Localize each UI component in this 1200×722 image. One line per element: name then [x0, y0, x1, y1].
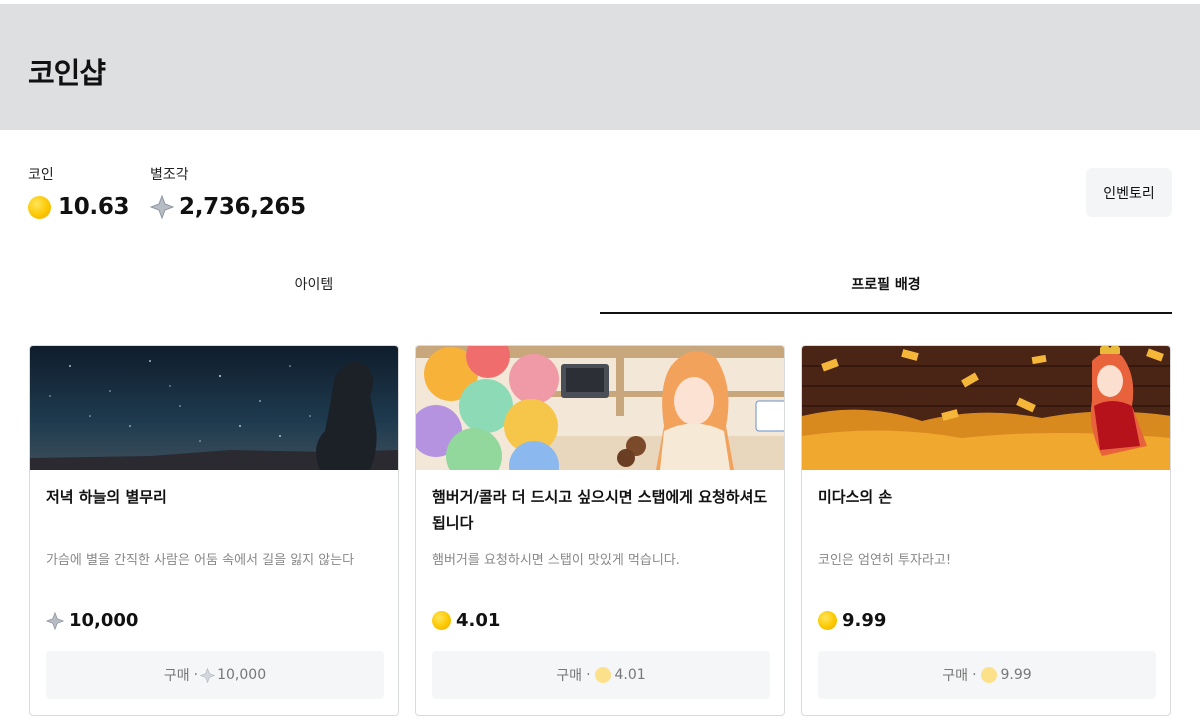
coin-balance: 코인 10.63	[28, 164, 130, 220]
star-shard-icon	[200, 667, 216, 683]
item-price-value: 4.01	[456, 610, 501, 631]
tab-profile-background[interactable]: 프로필 배경	[600, 260, 1172, 314]
coin-icon	[818, 611, 837, 630]
buy-price: 10,000	[217, 667, 267, 683]
page-header: 코인샵	[0, 4, 1200, 130]
buy-label: 구매	[163, 668, 190, 684]
coin-balance-label: 코인	[28, 167, 54, 183]
coin-icon	[432, 611, 451, 630]
buy-button[interactable]: 구매 · 4.01	[432, 651, 770, 699]
item-title: 미다스의 손	[818, 488, 893, 506]
item-card[interactable]: 햄버거/콜라 더 드시고 싶으시면 스탭에게 요청하셔도 됩니다 햄버거를 요청…	[415, 345, 785, 716]
coin-icon	[594, 667, 611, 683]
buy-label: 구매	[556, 668, 583, 684]
buy-button[interactable]: 구매 · 9.99	[818, 651, 1156, 699]
tab-items[interactable]: 아이템	[28, 260, 600, 314]
inventory-button[interactable]: 인벤토리	[1086, 168, 1172, 217]
item-title: 저녁 하늘의 별무리	[46, 488, 167, 506]
item-image	[30, 346, 398, 470]
item-price: 10,000	[46, 610, 138, 631]
item-title: 햄버거/콜라 더 드시고 싶으시면 스탭에게 요청하셔도 됩니다	[432, 488, 768, 532]
star-shard-icon	[150, 195, 174, 219]
shop-tabs: 아이템 프로필 배경	[28, 260, 1172, 314]
item-price: 4.01	[432, 610, 500, 631]
item-price-value: 9.99	[842, 610, 887, 631]
item-price: 9.99	[818, 610, 886, 631]
item-card[interactable]: 미다스의 손 코인은 엄연히 투자라고! 9.99 구매 · 9.99	[801, 345, 1171, 716]
coin-balance-value: 10.63	[58, 194, 130, 220]
item-image	[416, 346, 784, 470]
item-description: 가슴에 별을 간직한 사람은 어둠 속에서 길을 잃지 않는다	[46, 553, 355, 568]
page-title: 코인샵	[28, 56, 106, 90]
item-card[interactable]: 저녁 하늘의 별무리 가슴에 별을 간직한 사람은 어둠 속에서 길을 잃지 않…	[29, 345, 399, 716]
shard-balance-value: 2,736,265	[179, 194, 306, 220]
item-description: 햄버거를 요청하시면 스탭이 맛있게 먹습니다.	[432, 553, 680, 568]
star-shard-icon	[46, 611, 64, 630]
buy-price: 4.01	[614, 667, 646, 683]
coin-icon	[28, 195, 51, 219]
item-description: 코인은 엄연히 투자라고!	[818, 553, 952, 568]
coin-icon	[980, 667, 997, 683]
shard-balance: 별조각 2,736,265	[150, 164, 306, 220]
buy-label: 구매	[942, 668, 969, 684]
buy-price: 9.99	[1000, 667, 1032, 683]
item-price-value: 10,000	[69, 610, 139, 631]
buy-separator: ·	[586, 667, 591, 683]
buy-button[interactable]: 구매 · 10,000	[46, 651, 384, 699]
item-image	[802, 346, 1170, 470]
shard-balance-label: 별조각	[150, 167, 189, 183]
buy-separator: ·	[972, 667, 977, 683]
buy-separator: ·	[193, 667, 199, 683]
